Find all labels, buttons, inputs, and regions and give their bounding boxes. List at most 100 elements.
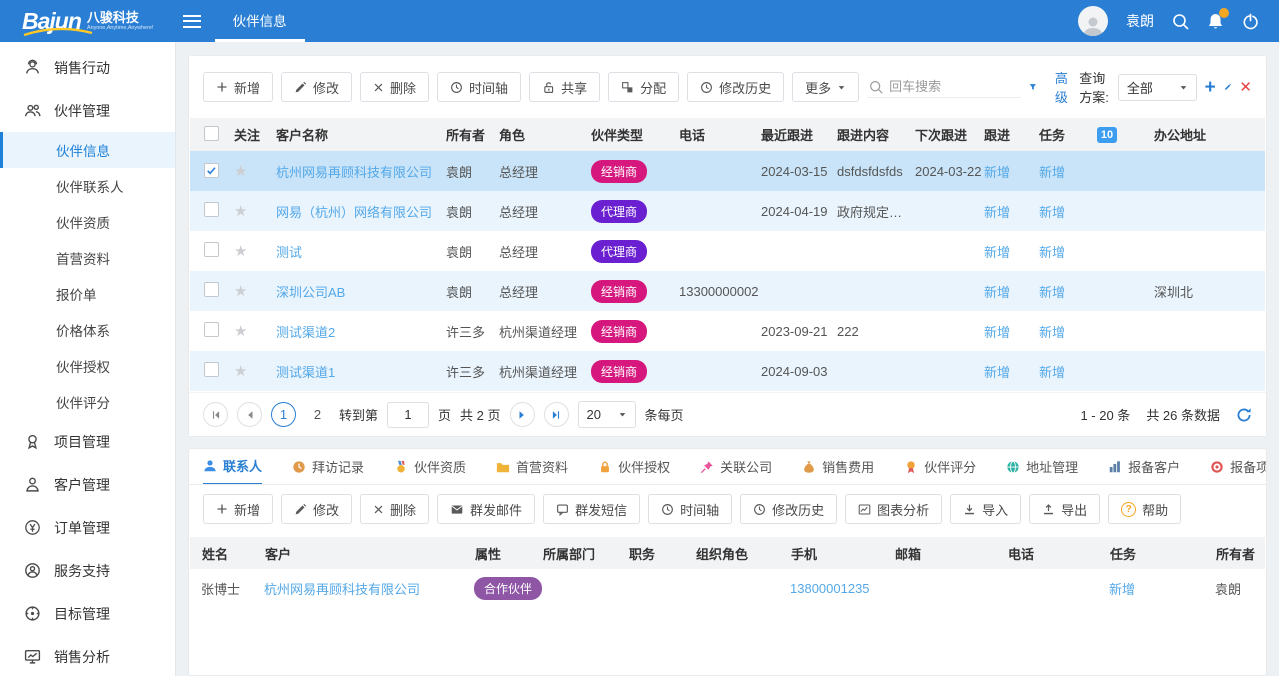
page-number-1[interactable]: 1 [271,402,296,427]
add-task-link[interactable]: 新增 [1039,245,1065,260]
favorite-star-icon[interactable] [234,163,247,180]
filter-funnel-icon[interactable] [1029,80,1037,94]
more-button[interactable]: 更多 [792,72,859,102]
add-follow-link[interactable]: 新增 [984,325,1010,340]
delete-scheme-icon[interactable] [1239,80,1252,95]
row-checkbox[interactable] [204,322,219,337]
add-follow-link[interactable]: 新增 [984,245,1010,260]
share-button[interactable]: 共享 [529,72,600,102]
customer-link[interactable]: 测试渠道2 [276,325,335,340]
customer-link[interactable]: 杭州网易再顾科技有限公司 [276,165,432,180]
timeline-button[interactable]: 时间轴 [437,72,521,102]
add-task-link[interactable]: 新增 [1039,205,1065,220]
add-follow-link[interactable]: 新增 [984,285,1010,300]
edit-button[interactable]: 修改 [281,72,352,102]
tab-reported-customers[interactable]: 报备客户 [1108,449,1180,485]
sidebar-item-partner-authorization[interactable]: 伙伴授权 [0,348,175,384]
sidebar-item-first-sale-docs[interactable]: 首营资料 [0,240,175,276]
page-number-2[interactable]: 2 [305,402,330,427]
import-button[interactable]: 导入 [950,494,1021,524]
sidebar-item-project-mgmt[interactable]: 项目管理 [0,420,175,463]
next-page-button[interactable] [510,402,535,427]
contact-add-task-link[interactable]: 新增 [1109,582,1135,597]
last-page-button[interactable] [544,402,569,427]
help-button[interactable]: 帮助 [1108,494,1181,524]
add-task-link[interactable]: 新增 [1039,365,1065,380]
sidebar-item-sales-action[interactable]: 销售行动 [0,46,175,89]
tab-partner-authorization[interactable]: 伙伴授权 [598,449,670,485]
search-input[interactable] [889,79,1019,94]
logout-power-icon[interactable] [1242,13,1259,30]
favorite-star-icon[interactable] [234,323,247,340]
edit-scheme-icon[interactable] [1224,80,1232,94]
assign-button[interactable]: 分配 [608,72,679,102]
page-size-select[interactable]: 20 [578,401,636,428]
add-contact-button[interactable]: 新增 [203,494,273,524]
add-follow-link[interactable]: 新增 [984,365,1010,380]
sidebar-item-partner-qualification[interactable]: 伙伴资质 [0,204,175,240]
tab-first-sale-docs[interactable]: 首营资料 [496,449,568,485]
row-checkbox[interactable] [204,362,219,377]
edit-history-button[interactable]: 修改历史 [740,494,837,524]
timeline-button[interactable]: 时间轴 [648,494,732,524]
add-task-link[interactable]: 新增 [1039,325,1065,340]
contact-mobile-link[interactable]: 13800001235 [790,581,870,596]
mass-sms-button[interactable]: 群发短信 [543,494,640,524]
favorite-star-icon[interactable] [234,243,247,260]
tab-partner-qualification[interactable]: 伙伴资质 [394,449,466,485]
tab-sales-expenses[interactable]: 销售费用 [802,449,874,485]
tab-related-companies[interactable]: 关联公司 [700,449,772,485]
row-checkbox[interactable] [204,242,219,257]
row-checkbox[interactable] [204,282,219,297]
goto-page-input[interactable] [387,402,429,428]
sidebar-item-sales-analysis[interactable]: 销售分析 [0,635,175,676]
tab-contacts[interactable]: 联系人 [203,449,262,485]
customer-link[interactable]: 测试 [276,245,302,260]
export-button[interactable]: 导出 [1029,494,1100,524]
add-scheme-icon[interactable] [1205,78,1216,97]
delete-contact-button[interactable]: 删除 [360,494,429,524]
edit-contact-button[interactable]: 修改 [281,494,352,524]
sidebar-item-target-mgmt[interactable]: 目标管理 [0,592,175,635]
customer-link[interactable]: 测试渠道1 [276,365,335,380]
edit-history-button[interactable]: 修改历史 [687,72,784,102]
advanced-search-link[interactable]: 高级 [1055,68,1069,106]
sidebar-item-customer-mgmt[interactable]: 客户管理 [0,463,175,506]
tab-visit-records[interactable]: 拜访记录 [292,449,364,485]
sidebar-item-order-mgmt[interactable]: 订单管理 [0,506,175,549]
user-avatar[interactable] [1078,6,1108,36]
favorite-star-icon[interactable] [234,363,247,380]
contact-customer-link[interactable]: 杭州网易再顾科技有限公司 [264,582,420,597]
sidebar-item-quotation[interactable]: 报价单 [0,276,175,312]
favorite-star-icon[interactable] [234,283,247,300]
first-page-button[interactable] [203,402,228,427]
add-task-link[interactable]: 新增 [1039,165,1065,180]
notification-bell-icon[interactable] [1207,12,1224,30]
add-follow-link[interactable]: 新增 [984,165,1010,180]
sidebar-item-partner-contacts[interactable]: 伙伴联系人 [0,168,175,204]
query-scheme-select[interactable]: 全部 [1118,74,1197,101]
mass-email-button[interactable]: 群发邮件 [437,494,535,524]
refresh-icon[interactable] [1236,407,1252,423]
tab-partner-score[interactable]: 伙伴评分 [904,449,976,485]
row-checkbox[interactable] [204,202,219,217]
add-task-link[interactable]: 新增 [1039,285,1065,300]
add-follow-link[interactable]: 新增 [984,205,1010,220]
row-checkbox[interactable] [204,163,219,178]
search-icon[interactable] [1172,13,1189,30]
sidebar-item-price-system[interactable]: 价格体系 [0,312,175,348]
sidebar-item-partner-mgmt[interactable]: 伙伴管理 [0,89,175,132]
menu-hamburger-icon[interactable] [183,15,201,28]
sidebar-item-partner-info[interactable]: 伙伴信息 [0,132,175,168]
add-button[interactable]: 新增 [203,72,273,102]
customer-link[interactable]: 网易（杭州）网络有限公司 [276,205,432,220]
delete-button[interactable]: 删除 [360,72,429,102]
chart-analysis-button[interactable]: 图表分析 [845,494,942,524]
customer-link[interactable]: 深圳公司AB [276,285,345,300]
tab-partner-info[interactable]: 伙伴信息 [215,0,305,42]
favorite-star-icon[interactable] [234,203,247,220]
user-name[interactable]: 袁朗 [1126,11,1154,31]
select-all-checkbox[interactable] [204,126,219,141]
sidebar-item-service-support[interactable]: 服务支持 [0,549,175,592]
tab-address-mgmt[interactable]: 地址管理 [1006,449,1078,485]
